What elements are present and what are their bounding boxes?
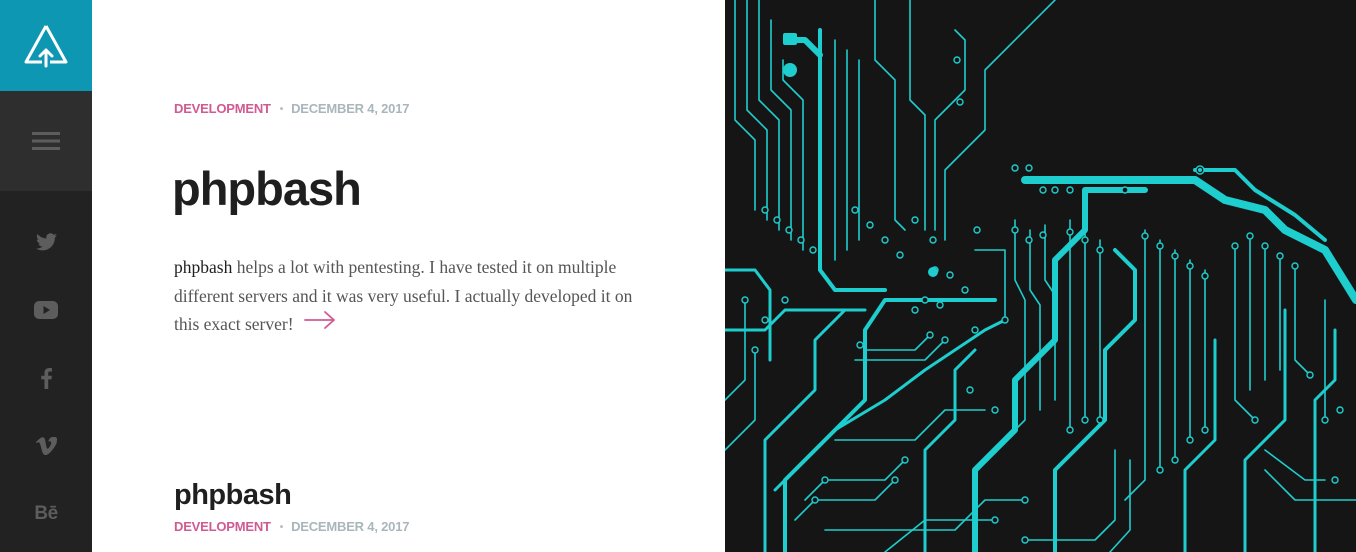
post-date-link-2[interactable]: DECEMBER 4, 2017	[291, 519, 409, 534]
sidebar: Bē	[0, 0, 92, 552]
meta-separator: •	[279, 104, 284, 115]
youtube-link[interactable]	[0, 298, 92, 322]
youtube-icon	[34, 301, 58, 319]
behance-icon: Bē	[34, 503, 58, 524]
hamburger-menu-icon	[32, 132, 60, 150]
vimeo-link[interactable]	[0, 434, 92, 458]
post-date-link[interactable]: DECEMBER 4, 2017	[291, 101, 409, 116]
post-list: DEVELOPMENT • DECEMBER 4, 2017 phpbash php…	[92, 0, 725, 552]
vimeo-icon	[35, 437, 57, 455]
post-title-2[interactable]: phpbash	[174, 476, 292, 514]
excerpt-text: helps a lot with pentesting. I have test…	[174, 257, 633, 334]
facebook-icon	[40, 367, 52, 389]
post-meta: DEVELOPMENT • DECEMBER 4, 2017	[174, 101, 409, 116]
arrow-right-icon	[303, 310, 335, 329]
post-meta-2: DEVELOPMENT • DECEMBER 4, 2017	[174, 519, 409, 534]
meta-separator-2: •	[279, 522, 284, 533]
excerpt-lead: phpbash	[174, 257, 233, 277]
behance-link[interactable]: Bē	[0, 502, 92, 526]
menu-toggle[interactable]	[0, 91, 92, 191]
logo[interactable]	[0, 0, 92, 91]
post-excerpt: phpbash helps a lot with pentesting. I h…	[174, 253, 654, 340]
read-more-button[interactable]	[303, 310, 336, 339]
circuit-board-image	[725, 0, 1356, 552]
twitter-icon	[35, 233, 57, 251]
twitter-link[interactable]	[0, 230, 92, 254]
post-category-link-2[interactable]: DEVELOPMENT	[174, 519, 271, 534]
featured-image[interactable]	[725, 0, 1356, 552]
tree-arrow-icon	[24, 24, 68, 67]
post-category-link[interactable]: DEVELOPMENT	[174, 101, 271, 116]
post-title[interactable]: phpbash	[172, 160, 362, 218]
facebook-link[interactable]	[0, 366, 92, 390]
